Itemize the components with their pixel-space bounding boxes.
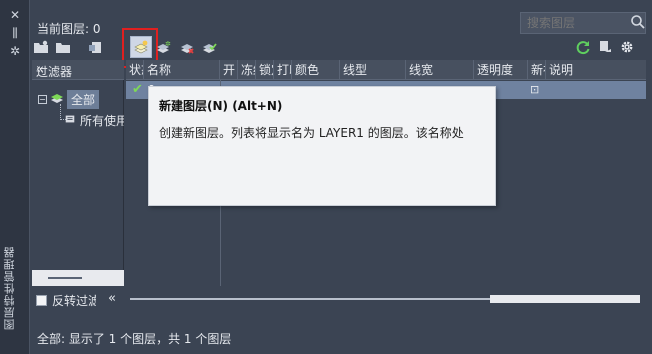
new-layer-tooltip: 新建图层(N) (Alt+N) 创建新图层。列表将显示名为 LAYER1 的图层… [148,86,496,206]
delete-layer-icon[interactable] [178,38,196,56]
settings-gear-icon[interactable] [618,38,636,56]
column-lock[interactable]: 锁定 [256,60,274,80]
new-layer-icon[interactable] [130,36,152,58]
column-transparency[interactable]: 透明度 [474,60,528,80]
filters-header: 过滤器 « [32,60,124,80]
collapse-filters-button[interactable]: « [36,62,120,77]
scroll-track[interactable] [130,298,490,300]
column-color[interactable]: 颜色 [292,60,340,80]
collapse-tree-icon[interactable]: − [38,95,47,104]
current-layer-check-icon: ✔ [132,82,143,97]
palette-title-strip: ✕ ⫼ ✲ 图层特性管理器 [0,0,30,354]
new-property-filter-icon[interactable] [32,38,50,56]
layer-settings-icon[interactable] [596,38,614,56]
search-icon[interactable] [630,14,646,30]
new-vp-freeze-icon[interactable]: ⊡ [530,83,539,96]
close-icon[interactable]: ✕ [8,8,22,22]
scroll-thumb[interactable] [48,277,82,279]
current-layer-label: 当前图层: 0 [37,22,101,36]
set-current-icon[interactable] [200,38,218,56]
column-description[interactable]: 说明 [546,60,636,80]
invert-filter-label: 反转过滤器 [52,294,96,308]
layer-list-header: 状态 名称 开 冻结 锁定 打印 颜色 线型 线宽 透明度 新视口冻结 说明 [126,60,646,80]
tree-item-used-layers[interactable]: 所有使用的图层 [64,112,124,129]
tree-item-label: 全部 [67,90,100,109]
tree-item-label: 所有使用的图层 [80,114,124,128]
status-text: 全部: 显示了 1 个图层，共 1 个图层 [37,332,232,346]
collapse-panel-button[interactable]: « [108,291,116,306]
column-name[interactable]: 名称 [144,60,220,80]
column-status[interactable]: 状态 [126,60,144,80]
column-on[interactable]: 开 [220,60,238,80]
checkbox-box[interactable] [36,295,47,306]
column-new-vp-freeze[interactable]: 新视口冻结 [528,60,546,80]
column-lineweight[interactable]: 线宽 [406,60,474,80]
palette-title: 图层特性管理器 [3,246,16,330]
column-freeze[interactable]: 冻结 [238,60,256,80]
new-group-filter-icon[interactable] [54,38,72,56]
properties-icon[interactable]: ✲ [8,44,22,58]
layer-list-horizontal-scrollbar[interactable] [130,292,640,306]
svg-text:✲: ✲ [165,40,171,48]
scroll-area[interactable] [490,295,640,303]
tooltip-body: 创建新图层。列表将显示名为 LAYER1 的图层。该名称处 [159,126,464,140]
auto-hide-icon[interactable]: ⫼ [8,26,22,40]
refresh-icon[interactable] [574,38,592,56]
invert-filter-checkbox[interactable]: 反转过滤器 [36,292,96,309]
tooltip-title: 新建图层(N) (Alt+N) [159,99,283,113]
filter-tree: − 全部 所有使用的图层 [32,80,124,286]
filter-horizontal-scrollbar[interactable] [32,270,124,286]
search-layers-input[interactable] [520,12,646,34]
column-plot[interactable]: 打印 [274,60,292,80]
column-linetype[interactable]: 线型 [340,60,406,80]
layer-properties-panel: 当前图层: 0 ✲ 过滤器 « − [30,0,652,354]
layer-states-manager-icon[interactable] [86,38,104,56]
new-layer-vp-frozen-icon[interactable]: ✲ [154,38,172,56]
used-layers-filter-icon [64,113,76,128]
